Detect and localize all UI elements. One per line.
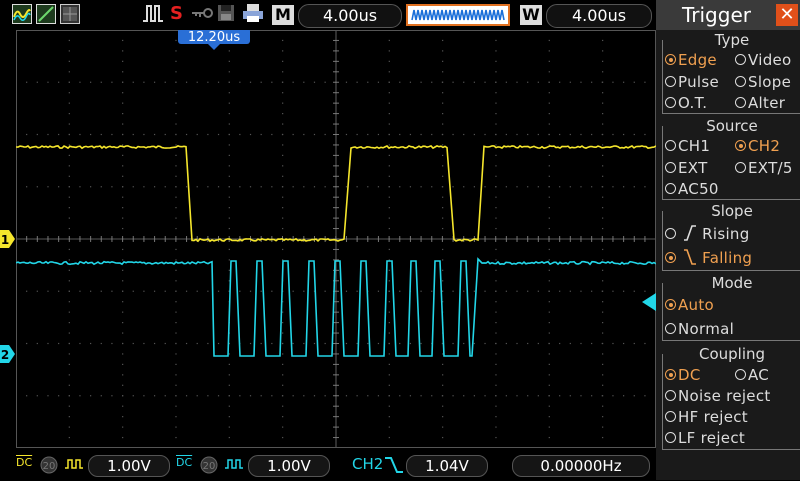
trigger-menu-header: Trigger ✕ — [656, 0, 800, 30]
coupling-option-ac[interactable]: AC — [735, 365, 769, 385]
display-grid-icon[interactable] — [60, 4, 80, 24]
channel-status-bar: DC 20 1.00V DC 20 1.00V CH2 1.04V 0.0000… — [0, 448, 656, 480]
mode-option-normal[interactable]: Normal — [665, 319, 734, 339]
ch2-invert-icon — [224, 456, 244, 478]
falling-edge-icon — [384, 455, 404, 481]
coupling-option-noise-reject[interactable]: Noise reject — [665, 386, 771, 406]
main-timebase-badge: M — [272, 5, 294, 25]
status-bar: S M 4.00us W 4.00us — [0, 0, 656, 30]
ch2-ground-marker[interactable]: 2 — [0, 344, 16, 364]
trigger-menu-panel: Trigger ✕ Type Edge Video Pulse Slope O.… — [656, 0, 800, 480]
trigger-mode-group: Mode Auto Normal — [662, 274, 800, 341]
ch2-scale-value[interactable]: 1.00V — [248, 455, 330, 477]
source-option-ac50[interactable]: AC50 — [665, 179, 719, 199]
svg-text:20: 20 — [203, 461, 216, 472]
ch2-bw-limit-icon: 20 — [200, 456, 220, 480]
window-timebase-value[interactable]: 4.00us — [546, 4, 652, 28]
trigger-position-label: 12.20us — [188, 30, 240, 45]
trigger-coupling-group: Coupling DC AC Noise reject HF reject LF… — [662, 345, 800, 450]
svg-text:2: 2 — [1, 348, 9, 362]
timebase-value[interactable]: 4.00us — [298, 4, 402, 28]
trigger-position-marker: 12.20us — [178, 30, 250, 50]
waveform-mode-icon[interactable] — [12, 4, 32, 24]
svg-text:20: 20 — [43, 461, 56, 472]
memory-window-bar[interactable] — [406, 4, 510, 26]
source-option-ext[interactable]: EXT — [665, 158, 708, 178]
type-option-alter[interactable]: Alter — [735, 93, 785, 113]
trigger-type-group: Type Edge Video Pulse Slope O.T. Alter — [662, 31, 800, 114]
source-option-ch1[interactable]: CH1 — [665, 136, 710, 156]
trigger-mode-title: Mode — [708, 274, 756, 292]
coupling-option-hf-reject[interactable]: HF reject — [665, 407, 748, 427]
close-icon[interactable]: ✕ — [776, 4, 798, 26]
trigger-slope-title: Slope — [708, 202, 756, 220]
coupling-option-lf-reject[interactable]: LF reject — [665, 428, 745, 448]
ch2-coupling-label: DC — [176, 456, 193, 469]
window-timebase-badge: W — [520, 5, 542, 25]
falling-edge-icon — [684, 249, 697, 265]
ch1-coupling-label: DC — [16, 456, 33, 469]
type-option-edge[interactable]: Edge — [665, 50, 717, 70]
source-option-ch2[interactable]: CH2 — [735, 136, 780, 156]
frequency-readout: 0.00000Hz — [512, 455, 650, 477]
trigger-menu-title: Trigger — [682, 3, 751, 27]
type-option-pulse[interactable]: Pulse — [665, 72, 719, 92]
slope-option-rising[interactable]: Rising — [665, 224, 750, 244]
print-icon[interactable] — [242, 3, 264, 29]
trigger-level-value[interactable]: 1.04V — [406, 455, 488, 477]
ch1-scale-value[interactable]: 1.00V — [88, 455, 170, 477]
trigger-level-marker[interactable] — [640, 293, 656, 311]
pulse-run-icon — [142, 3, 164, 29]
key-lock-icon — [190, 3, 214, 29]
trigger-slope-group: Slope Rising Falling — [662, 202, 800, 271]
type-option-slope[interactable]: Slope — [735, 72, 791, 92]
save-icon[interactable] — [216, 3, 236, 29]
trigger-source-group: Source CH1 CH2 EXT EXT/5 AC50 — [662, 117, 800, 200]
svg-text:1: 1 — [1, 233, 9, 247]
trigger-source-label: CH2 — [352, 455, 384, 473]
ch1-ground-marker[interactable]: 1 — [0, 229, 16, 249]
mode-option-auto[interactable]: Auto — [665, 295, 714, 315]
center-axes — [16, 30, 656, 448]
trigger-source-title: Source — [703, 117, 761, 135]
source-option-ext5[interactable]: EXT/5 — [735, 158, 793, 178]
type-option-video[interactable]: Video — [735, 50, 792, 70]
coupling-option-dc[interactable]: DC — [665, 365, 701, 385]
waveform-display[interactable]: 12.20us — [16, 30, 656, 448]
ramp-icon[interactable] — [36, 4, 56, 24]
trigger-type-title: Type — [711, 31, 753, 49]
stop-status-icon: S — [170, 3, 183, 24]
ch1-invert-icon — [64, 456, 84, 478]
slope-option-falling[interactable]: Falling — [665, 248, 752, 268]
ch1-bw-limit-icon: 20 — [40, 456, 60, 480]
type-option-ot[interactable]: O.T. — [665, 93, 707, 113]
rising-edge-icon — [684, 225, 697, 241]
trigger-coupling-title: Coupling — [695, 345, 769, 363]
